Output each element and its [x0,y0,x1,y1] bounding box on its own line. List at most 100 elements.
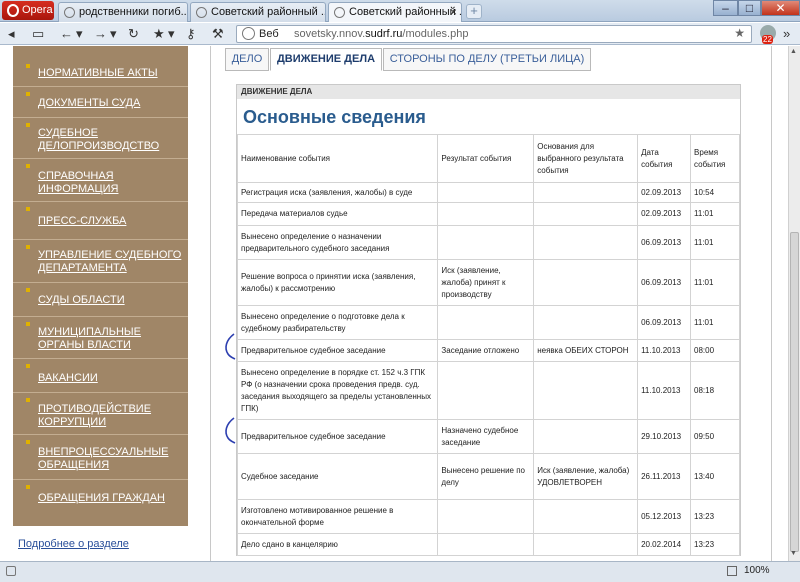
zoom-icon[interactable] [727,566,737,576]
event-result-cell [437,361,535,420]
bullet-icon [26,164,30,168]
more-about-section-link[interactable]: Подробнее о разделе [18,538,129,551]
event-result-cell [437,499,535,534]
bullet-icon [26,123,30,127]
event-basis-cell [533,182,639,203]
event-date-cell: 20.02.2014 [637,533,692,556]
status-bar: 100% [0,561,800,582]
table-row: Вынесено определение о подготовке дела к… [236,305,740,340]
browser-tab[interactable]: Советский районный ... [190,2,326,22]
sidebar-item-regional-courts[interactable]: СУДЫ ОБЛАСТИ [13,284,188,317]
zoom-level[interactable]: 100% [744,565,770,576]
event-result-cell [437,533,535,556]
event-result-cell: Вынесено решение по делу [437,453,535,500]
close-window-button[interactable]: ✕ [761,0,800,16]
scrollbar-thumb[interactable] [790,232,799,552]
case-movement-panel: ДВИЖЕНИЕ ДЕЛА Основные сведения Наименов… [236,84,741,556]
sidebar-item-press-service[interactable]: ПРЕСС-СЛУЖБА [13,203,188,240]
sidebar-icon[interactable]: ▭ [32,26,44,42]
event-time-cell: 08:00 [690,339,740,362]
back-dropdown-icon[interactable]: ▾ [76,26,83,42]
bookmark-dropdown-icon[interactable]: ▾ [168,26,175,42]
page-icon [334,7,345,18]
sidebar-item-court-documents[interactable]: ДОКУМЕНТЫ СУДА [13,88,188,118]
site-info-icon[interactable] [242,27,255,40]
browser-tab-active[interactable]: Советский районный ... × [328,2,462,22]
opera-menu-button[interactable]: Opera [2,1,54,20]
event-date-cell: 11.10.2013 [637,361,692,420]
bullet-icon [26,398,30,402]
bullet-icon [26,288,30,292]
table-row: Предварительное судебное заседание Заседа… [236,339,740,362]
mail-icon[interactable]: 22 [760,25,776,44]
sidebar-item-anti-corruption[interactable]: ПРОТИВОДЕЙСТВИЕ КОРРУПЦИИ [13,394,188,435]
browser-tab-title: Советский районный ... [349,6,462,18]
wrench-icon[interactable]: ⚒ [212,26,224,42]
event-result-cell [437,202,535,226]
event-date-cell: 02.09.2013 [637,202,692,226]
table-row: Передача материалов судье 02.09.2013 11:01 [236,202,740,226]
event-basis-cell [533,533,639,556]
tab-case-movement[interactable]: ДВИЖЕНИЕ ДЕЛА [270,48,382,71]
event-name-cell: Предварительное судебное заседание [236,339,439,362]
reload-icon[interactable]: ↻ [128,26,139,42]
status-panel-icon[interactable] [6,566,16,576]
panel-title: Основные сведения [243,107,426,127]
minimize-button[interactable]: – [713,0,738,16]
panel-toggle-icon[interactable]: ◂ [8,26,15,42]
scroll-down-icon[interactable]: ▼ [790,550,797,557]
event-result-cell [437,225,535,260]
new-tab-button[interactable]: + [466,4,482,19]
event-time-cell: 13:40 [690,453,740,500]
sidebar-menu: НОРМАТИВНЫЕ АКТЫ ДОКУМЕНТЫ СУДА СУДЕБНОЕ… [13,46,188,526]
sidebar-item-citizen-appeals[interactable]: ОБРАЩЕНИЯ ГРАЖДАН [13,481,188,515]
sidebar-item-judicial-department[interactable]: УПРАВЛЕНИЕ СУДЕБНОГО ДЕПАРТАМЕНТА [13,241,188,283]
event-time-cell: 10:54 [690,182,740,203]
pen-bracket-mark [225,417,236,444]
scroll-up-icon[interactable]: ▲ [790,48,797,55]
bullet-icon [26,92,30,96]
sidebar-item-normative-acts[interactable]: НОРМАТИВНЫЕ АКТЫ [13,60,188,87]
back-icon[interactable]: ← [60,26,73,42]
event-name-cell: Вынесено определение о подготовке дела к… [236,305,439,340]
close-tab-icon[interactable]: × [450,3,457,21]
case-content: ДЕЛО ДВИЖЕНИЕ ДЕЛА СТОРОНЫ ПО ДЕЛУ (ТРЕТ… [210,46,772,561]
event-name-cell: Судебное заседание [236,453,439,500]
event-name-cell: Предварительное судебное заседание [236,419,439,454]
table-row: Дело сдано в канцелярию 20.02.2014 13:23 [236,533,740,556]
event-time-cell: 13:23 [690,533,740,556]
event-basis-cell [533,419,639,454]
table-row: Вынесено определение в порядке ст. 152 ч… [236,361,740,420]
event-date-cell: 06.09.2013 [637,225,692,260]
bullet-icon [26,207,30,211]
forward-dropdown-icon[interactable]: ▾ [110,26,117,42]
tab-case[interactable]: ДЕЛО [225,48,269,71]
sidebar-item-vacancies[interactable]: ВАКАНСИИ [13,360,188,393]
bookmark-star-icon[interactable]: ★ [153,26,165,42]
sidebar-item-municipal-authorities[interactable]: МУНИЦИПАЛЬНЫЕ ОРГАНЫ ВЛАСТИ [13,318,188,359]
tab-case-parties[interactable]: СТОРОНЫ ПО ДЕЛУ (ТРЕТЬИ ЛИЦА) [383,48,591,71]
address-star-icon[interactable]: ★ [734,25,745,41]
menu-chevron-icon[interactable]: » [783,26,790,41]
table-header-row: Наименование события Результат события О… [236,134,740,183]
table-row: Предварительное судебное заседание Назнач… [236,419,740,454]
event-result-cell: Назначено судебное заседание [437,419,535,454]
sidebar-item-extraprocedural-appeals[interactable]: ВНЕПРОЦЕССУАЛЬНЫЕ ОБРАЩЕНИЯ [13,436,188,480]
browser-tab-title: родственники погиб..... [79,6,188,18]
event-basis-cell [533,202,639,226]
event-basis-cell [533,305,639,340]
address-field[interactable]: Веб sovetsky.nnov.sudrf.ru/modules.php ★ [236,25,752,43]
bullet-icon [26,322,30,326]
column-header: Результат события [437,134,535,183]
event-date-cell: 29.10.2013 [637,419,692,454]
forward-icon[interactable]: → [94,26,107,42]
vertical-scrollbar[interactable]: ▲ ▼ [788,46,800,561]
sidebar-item-reference-info[interactable]: СПРАВОЧНАЯ ИНФОРМАЦИЯ [13,160,188,202]
column-header: Время события [690,134,740,183]
bullet-icon [26,245,30,249]
event-name-cell: Вынесено определение в порядке ст. 152 ч… [236,361,439,420]
maximize-button[interactable]: □ [738,0,761,16]
browser-tab[interactable]: родственники погиб..... [58,2,188,22]
key-icon[interactable]: ⚷ [186,26,196,42]
sidebar-item-court-records[interactable]: СУДЕБНОЕ ДЕЛОПРОИЗВОДСТВО [13,119,188,159]
